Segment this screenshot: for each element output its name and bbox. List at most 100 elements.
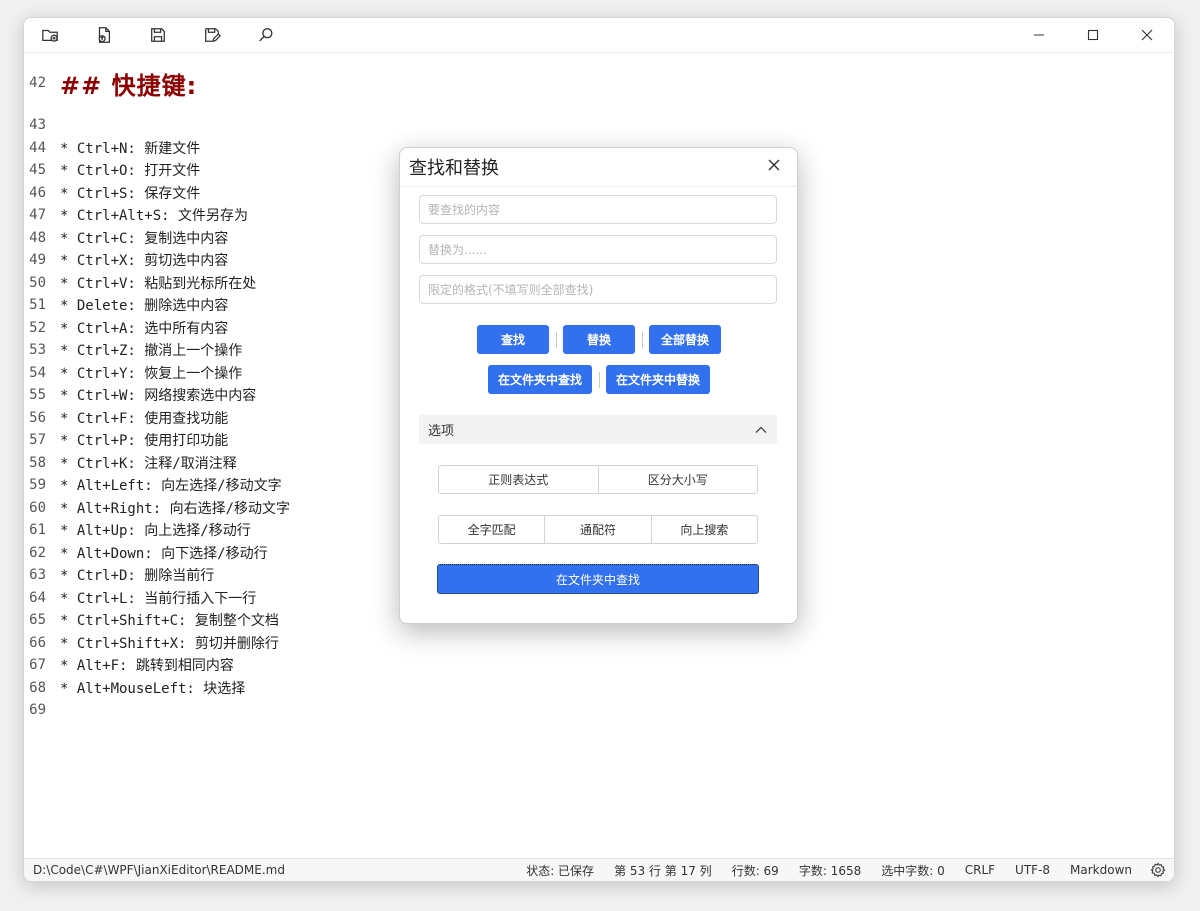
line-number: 47 bbox=[29, 207, 46, 224]
line-number: 51 bbox=[29, 297, 46, 314]
line-text: * Ctrl+Z: 撤消上一个操作 bbox=[60, 343, 243, 360]
line-number: 60 bbox=[29, 499, 46, 516]
line-text: * Ctrl+O: 打开文件 bbox=[60, 163, 201, 180]
line-number: 42 bbox=[29, 75, 46, 91]
find-button[interactable]: 查找 bbox=[477, 325, 549, 354]
line-number: 57 bbox=[29, 432, 46, 449]
filter-input[interactable] bbox=[419, 275, 777, 304]
editor-line[interactable]: 66 * Ctrl+Shift+X: 剪切并删除行 bbox=[24, 632, 279, 655]
new-folder-icon[interactable] bbox=[37, 22, 63, 48]
line-text: * Ctrl+C: 复制选中内容 bbox=[60, 230, 229, 247]
line-number: 49 bbox=[29, 252, 46, 269]
line-text: * Ctrl+Y: 恢复上一个操作 bbox=[60, 365, 243, 382]
editor-line[interactable]: 57 * Ctrl+P: 使用打印功能 bbox=[24, 429, 228, 452]
editor-line[interactable]: 50 * Ctrl+V: 粘贴到光标所在处 bbox=[24, 272, 256, 295]
line-number: 58 bbox=[29, 454, 46, 471]
line-text: * Alt+Up: 向上选择/移动行 bbox=[60, 523, 251, 540]
editor-line[interactable]: 65 * Ctrl+Shift+C: 复制整个文档 bbox=[24, 609, 279, 632]
editor-line[interactable]: 45 * Ctrl+O: 打开文件 bbox=[24, 159, 200, 182]
char-count: 字数: 1658 bbox=[798, 863, 862, 878]
line-number: 54 bbox=[29, 364, 46, 381]
options-toggle-group-2: 全字匹配 通配符 向上搜索 bbox=[438, 515, 758, 544]
line-text: * Ctrl+W: 网络搜索选中内容 bbox=[60, 388, 257, 405]
editor-line[interactable]: 43 bbox=[24, 114, 60, 137]
line-text: * Ctrl+P: 使用打印功能 bbox=[60, 433, 229, 450]
line-number: 53 bbox=[29, 342, 46, 359]
line-number: 52 bbox=[29, 319, 46, 336]
editor-line[interactable]: 52 * Ctrl+A: 选中所有内容 bbox=[24, 317, 228, 340]
line-number: 48 bbox=[29, 229, 46, 246]
editor-line[interactable]: 54 * Ctrl+Y: 恢复上一个操作 bbox=[24, 362, 242, 385]
close-icon[interactable] bbox=[767, 158, 781, 172]
line-text: * Ctrl+Alt+S: 文件另存为 bbox=[60, 208, 249, 225]
editor-line[interactable]: 59 * Alt+Left: 向左选择/移动文字 bbox=[24, 474, 282, 497]
editor-line[interactable]: 53 * Ctrl+Z: 撤消上一个操作 bbox=[24, 339, 242, 362]
button-separator bbox=[556, 332, 557, 348]
editor-line[interactable]: 69 bbox=[24, 699, 60, 722]
gear-icon[interactable] bbox=[1150, 862, 1166, 878]
line-text: * Alt+MouseLeft: 块选择 bbox=[60, 680, 246, 697]
chevron-up-icon bbox=[755, 426, 767, 433]
replace-input[interactable] bbox=[419, 235, 777, 264]
line-text: * Alt+F: 跳转到相同内容 bbox=[60, 658, 234, 675]
save-icon[interactable] bbox=[145, 22, 171, 48]
markdown-heading: ## 快捷键: bbox=[60, 71, 198, 100]
wildcard-toggle[interactable]: 通配符 bbox=[544, 516, 650, 543]
open-file-icon[interactable] bbox=[91, 22, 117, 48]
cursor-position[interactable]: 第 53 行 第 17 列 bbox=[614, 862, 712, 879]
editor-line[interactable]: 68 * Alt+MouseLeft: 块选择 bbox=[24, 677, 245, 700]
regex-toggle[interactable]: 正则表达式 bbox=[439, 466, 598, 493]
maximize-button[interactable] bbox=[1066, 18, 1120, 52]
search-icon[interactable] bbox=[253, 22, 279, 48]
line-text: * Ctrl+Shift+X: 剪切并删除行 bbox=[60, 635, 279, 652]
editor-line[interactable]: 49 * Ctrl+X: 剪切选中内容 bbox=[24, 249, 228, 272]
editor-line[interactable]: 62 * Alt+Down: 向下选择/移动行 bbox=[24, 542, 267, 565]
status-bar: D:\Code\C#\WPF\JianXiEditor\README.md 状态… bbox=[24, 858, 1174, 881]
encoding[interactable]: UTF-8 bbox=[1015, 863, 1050, 877]
line-text: * Ctrl+X: 剪切选中内容 bbox=[60, 253, 229, 270]
minimize-button[interactable] bbox=[1012, 18, 1066, 52]
divider bbox=[400, 186, 797, 187]
editor-line[interactable]: 67 * Alt+F: 跳转到相同内容 bbox=[24, 654, 234, 677]
find-replace-dialog: 查找和替换 查找 替换 全部替换 在文件夹中查找 在文件夹中替换 选项 正则表达… bbox=[399, 147, 798, 624]
match-case-toggle[interactable]: 区分大小写 bbox=[597, 466, 758, 493]
editor-line[interactable]: 63 * Ctrl+D: 删除当前行 bbox=[24, 564, 214, 587]
close-button[interactable] bbox=[1120, 18, 1174, 52]
editor-line[interactable]: 44 * Ctrl+N: 新建文件 bbox=[24, 137, 200, 160]
editor-line[interactable]: 60 * Alt+Right: 向右选择/移动文字 bbox=[24, 497, 290, 520]
line-text: * Ctrl+L: 当前行插入下一行 bbox=[60, 590, 257, 607]
button-separator bbox=[642, 332, 643, 348]
editor-line[interactable]: 58 * Ctrl+K: 注释/取消注释 bbox=[24, 452, 237, 475]
line-number: 44 bbox=[29, 139, 46, 156]
search-up-toggle[interactable]: 向上搜索 bbox=[650, 516, 757, 543]
replace-in-folder-button[interactable]: 在文件夹中替换 bbox=[606, 365, 710, 394]
save-as-icon[interactable] bbox=[199, 22, 225, 48]
editor-line[interactable]: 51 * Delete: 删除选中内容 bbox=[24, 294, 228, 317]
editor-line[interactable]: 48 * Ctrl+C: 复制选中内容 bbox=[24, 227, 228, 250]
language-mode[interactable]: Markdown bbox=[1070, 863, 1132, 877]
line-text: * Alt+Left: 向左选择/移动文字 bbox=[60, 478, 282, 495]
line-text: * Ctrl+D: 删除当前行 bbox=[60, 568, 215, 585]
line-number: 45 bbox=[29, 162, 46, 179]
line-number: 68 bbox=[29, 679, 46, 696]
editor-line[interactable]: 56 * Ctrl+F: 使用查找功能 bbox=[24, 407, 228, 430]
editor-line[interactable]: 47 * Ctrl+Alt+S: 文件另存为 bbox=[24, 204, 248, 227]
line-text: * Ctrl+S: 保存文件 bbox=[60, 185, 201, 202]
editor-line[interactable]: 61 * Alt+Up: 向上选择/移动行 bbox=[24, 519, 251, 542]
editor-line[interactable]: 55 * Ctrl+W: 网络搜索选中内容 bbox=[24, 384, 256, 407]
line-number: 65 bbox=[29, 612, 46, 629]
editor-line[interactable]: 46 * Ctrl+S: 保存文件 bbox=[24, 182, 200, 205]
replace-all-button[interactable]: 全部替换 bbox=[649, 325, 721, 354]
whole-word-toggle[interactable]: 全字匹配 bbox=[439, 516, 544, 543]
options-toggle-group-1: 正则表达式 区分大小写 bbox=[438, 465, 758, 494]
options-expander[interactable]: 选项 bbox=[419, 415, 777, 444]
line-number: 66 bbox=[29, 634, 46, 651]
replace-button[interactable]: 替换 bbox=[563, 325, 635, 354]
find-input[interactable] bbox=[419, 195, 777, 224]
find-in-folder-wide-button[interactable]: 在文件夹中查找 bbox=[437, 564, 759, 594]
find-in-folder-button[interactable]: 在文件夹中查找 bbox=[488, 365, 592, 394]
editor-line[interactable]: 42 ## 快捷键: bbox=[24, 67, 198, 100]
editor-line[interactable]: 64 * Ctrl+L: 当前行插入下一行 bbox=[24, 587, 256, 610]
line-ending[interactable]: CRLF bbox=[965, 863, 995, 877]
dialog-title: 查找和替换 bbox=[409, 158, 499, 179]
